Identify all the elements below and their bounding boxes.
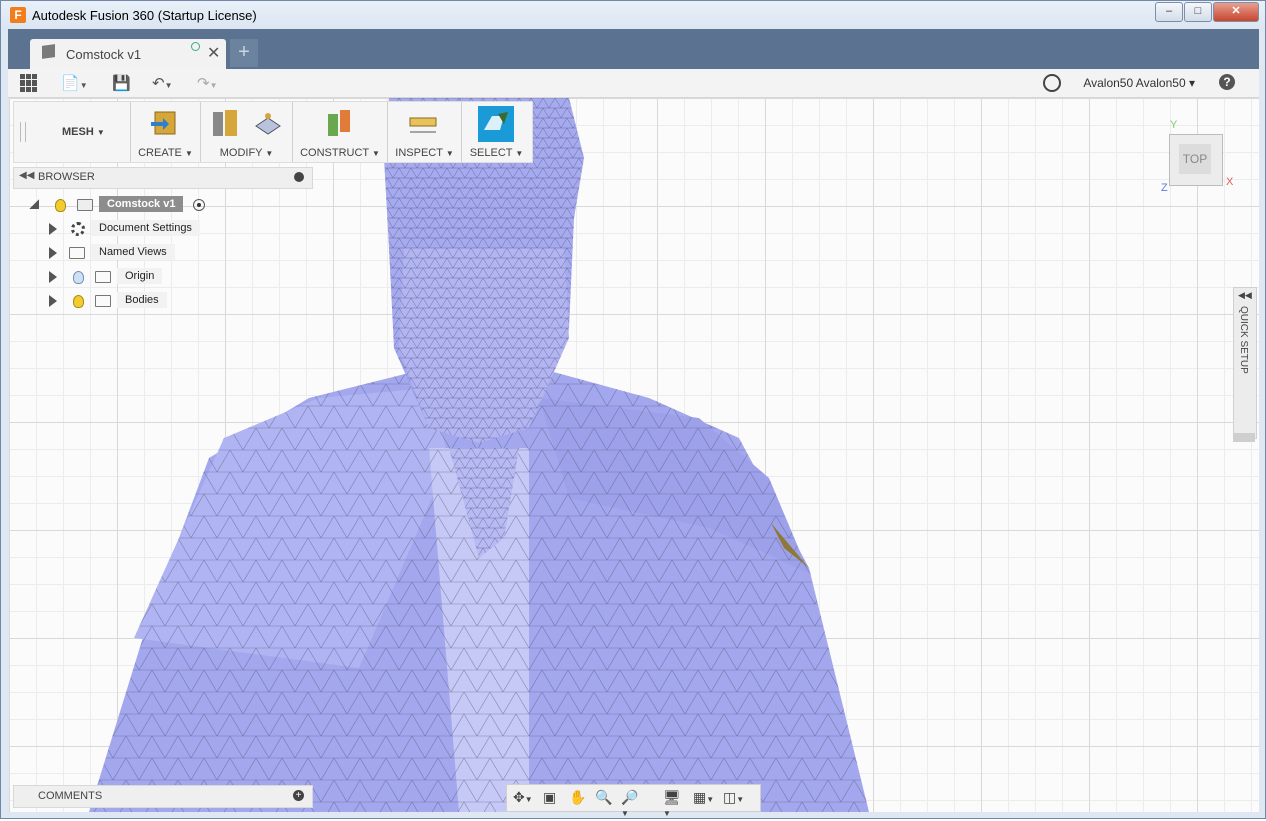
ribbon-toolbar: MESH ▼ CREATE ▼ MODIFY ▼ CONSTRUCT ▼ INS…	[13, 101, 533, 163]
maximize-button[interactable]: □	[1184, 2, 1212, 22]
browser-minimize-icon[interactable]	[294, 172, 304, 182]
quick-setup-panel[interactable]: ◀◀ QUICK SETUP	[1233, 287, 1257, 439]
expand-icon[interactable]	[49, 271, 57, 283]
visibility-bulb-icon[interactable]	[55, 199, 66, 212]
tree-item-label: Named Views	[91, 244, 175, 260]
component-icon	[77, 199, 93, 211]
toolbar-grip[interactable]	[20, 122, 26, 142]
undo-icon[interactable]: ↶▼	[152, 74, 173, 92]
select-tool-icon	[478, 106, 514, 142]
component-cube-icon	[42, 44, 55, 59]
tree-item-label: Bodies	[117, 292, 167, 308]
save-icon[interactable]: 💾	[112, 74, 131, 92]
document-tab[interactable]: Comstock v1 ✕	[30, 39, 226, 69]
navigation-bar: ✥▼ ▣ ✋ 🔍 🔎▼ 🖥▼ ▦▼ ◫▼	[506, 784, 761, 818]
measure-ruler-icon	[409, 117, 437, 133]
data-panel-grid-icon[interactable]	[20, 74, 38, 92]
remesh-icon	[255, 113, 281, 135]
modify-group[interactable]: MODIFY ▼	[201, 102, 293, 162]
grid-settings-icon[interactable]: ▦▼	[693, 790, 714, 804]
expand-root-icon[interactable]	[29, 199, 39, 209]
pan-hand-icon[interactable]: ✋	[569, 790, 586, 804]
redo-icon[interactable]: ↷▼	[197, 74, 218, 92]
quick-setup-label: QUICK SETUP	[1238, 306, 1249, 374]
create-group[interactable]: CREATE ▼	[131, 102, 201, 162]
fusion-logo-icon: F	[10, 7, 26, 23]
comments-title: COMMENTS	[38, 790, 103, 802]
construct-group[interactable]: CONSTRUCT ▼	[293, 102, 388, 162]
y-axis-label: Y	[1170, 119, 1178, 131]
close-window-button[interactable]: ✕	[1213, 2, 1259, 22]
activate-component-icon[interactable]	[193, 199, 205, 211]
expand-icon[interactable]	[49, 223, 57, 235]
expand-icon[interactable]	[49, 295, 57, 307]
browser-item-document-settings[interactable]: Document Settings	[49, 219, 209, 239]
z-axis-label: Z	[1161, 182, 1168, 194]
quick-setup-handle[interactable]	[1233, 433, 1255, 442]
browser-item-bodies[interactable]: Bodies	[49, 291, 209, 311]
orbit-icon[interactable]: ✥▼	[513, 790, 533, 804]
title-bar[interactable]: F Autodesk Fusion 360 (Startup License) …	[1, 1, 1265, 29]
select-group-label: SELECT ▼	[469, 147, 524, 159]
quick-access-toolbar: 📄▼ 💾 ↶▼ ↷▼ Avalon50 Avalon50 ▾ ?	[8, 69, 1259, 98]
workspace-label: MESH ▼	[62, 126, 105, 138]
comments-panel[interactable]: COMMENTS +	[13, 785, 313, 808]
folder-icon	[95, 295, 111, 307]
close-tab-icon[interactable]: ✕	[207, 43, 220, 63]
browser-item-origin[interactable]: Origin	[49, 267, 209, 287]
fit-zoom-icon[interactable]: 🔎▼	[621, 790, 638, 818]
tree-item-label: Origin	[117, 268, 163, 284]
create-mesh-icon	[151, 111, 176, 135]
browser-title: BROWSER	[38, 171, 95, 183]
app-window: F Autodesk Fusion 360 (Startup License) …	[0, 0, 1266, 819]
file-menu-icon[interactable]: 📄▼	[61, 74, 88, 92]
folder-icon	[95, 271, 111, 283]
add-comment-icon[interactable]: +	[293, 790, 304, 801]
help-icon[interactable]: ?	[1219, 74, 1235, 90]
browser-item-named-views[interactable]: Named Views	[49, 243, 209, 263]
view-cube[interactable]: TOP	[1169, 134, 1223, 186]
visibility-bulb-icon[interactable]	[73, 295, 84, 308]
modify-mesh-icon	[213, 110, 237, 136]
browser-root-node[interactable]: Comstock v1	[29, 195, 219, 215]
create-group-label: CREATE ▼	[138, 147, 193, 159]
job-status-clock-icon[interactable]	[1043, 74, 1061, 92]
look-at-icon[interactable]: ▣	[543, 790, 559, 804]
inspect-group-label: INSPECT ▼	[395, 147, 454, 159]
expand-icon[interactable]	[49, 247, 57, 259]
saved-status-icon	[191, 42, 200, 51]
tree-item-label: Document Settings	[91, 220, 200, 236]
construct-plane-icon	[328, 110, 350, 136]
user-account-menu[interactable]: Avalon50 Avalon50 ▾	[1083, 76, 1195, 90]
view-cube-top-face[interactable]: TOP	[1179, 144, 1211, 174]
visibility-bulb-icon[interactable]	[73, 271, 84, 284]
viewports-icon[interactable]: ◫▼	[723, 790, 744, 804]
folder-icon	[69, 247, 85, 259]
collapse-browser-icon[interactable]: ◀◀	[19, 170, 34, 181]
x-axis-label: X	[1226, 176, 1234, 188]
modify-group-label: MODIFY ▼	[219, 147, 274, 159]
root-component-label: Comstock v1	[99, 196, 184, 212]
browser-panel-header[interactable]: ◀◀ BROWSER	[13, 167, 313, 189]
expand-quick-setup-icon[interactable]: ◀◀	[1238, 290, 1252, 301]
gear-icon	[71, 222, 85, 236]
workspace-switcher[interactable]: MESH ▼	[14, 102, 131, 162]
construct-group-label: CONSTRUCT ▼	[300, 147, 380, 159]
select-group[interactable]: SELECT ▼	[462, 102, 531, 162]
document-tab-label: Comstock v1	[66, 47, 142, 62]
inspect-group[interactable]: INSPECT ▼	[388, 102, 462, 162]
window-title: Autodesk Fusion 360 (Startup License)	[32, 8, 257, 23]
document-tab-strip: Comstock v1 ✕ +	[8, 29, 1259, 69]
zoom-icon[interactable]: 🔍	[595, 790, 612, 804]
minimize-button[interactable]: –	[1155, 2, 1183, 22]
display-settings-icon[interactable]: 🖥▼	[663, 790, 681, 818]
new-tab-button[interactable]: +	[230, 39, 258, 67]
